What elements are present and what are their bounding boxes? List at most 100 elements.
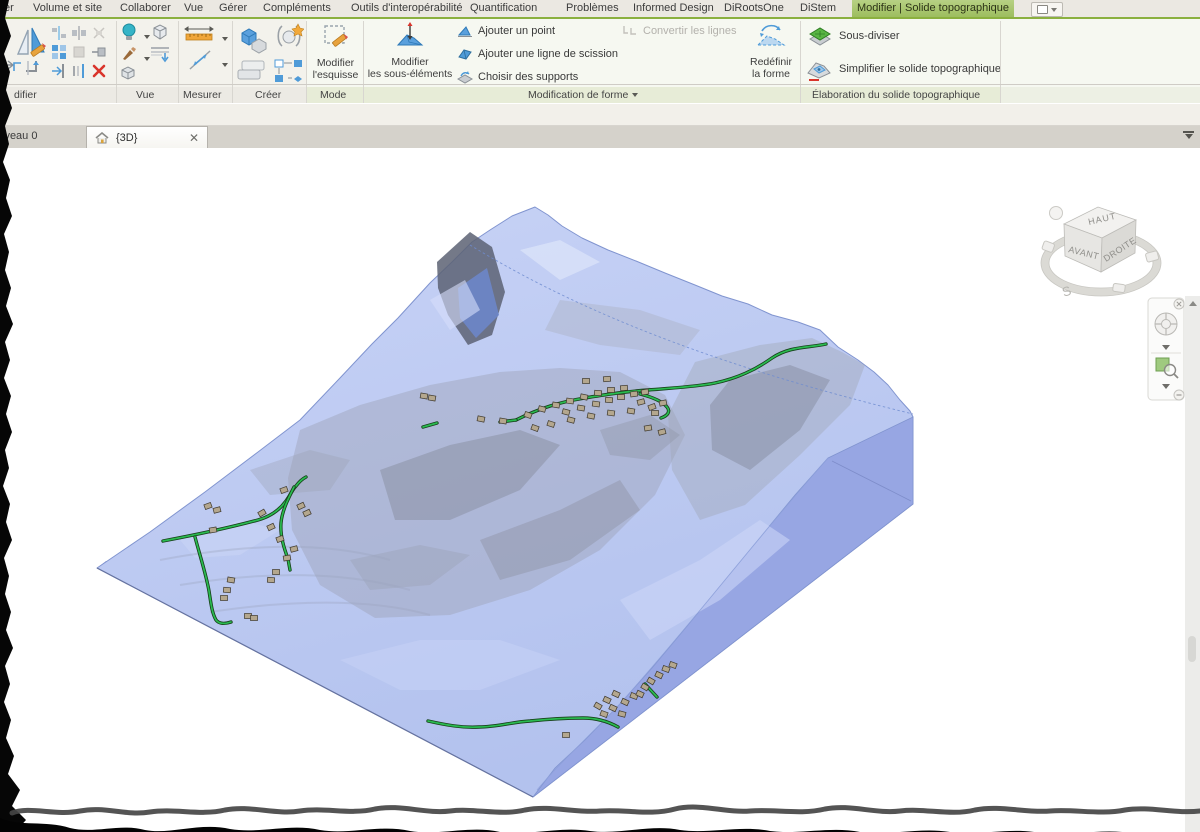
chevron-down-icon[interactable] <box>140 28 150 46</box>
create-group-icon[interactable] <box>274 22 304 54</box>
building[interactable] <box>283 555 291 561</box>
building[interactable] <box>608 388 615 393</box>
tab-complements[interactable]: Compléments <box>263 2 331 14</box>
building[interactable] <box>652 411 659 416</box>
ajouter-un-point-item[interactable]: Ajouter un point <box>457 24 555 38</box>
view-cube[interactable]: S HAUT AVANT DROITE <box>1041 207 1161 300</box>
building[interactable] <box>644 425 652 431</box>
view-tab-3d[interactable]: {3D} ✕ <box>86 126 208 148</box>
building[interactable] <box>603 376 610 382</box>
tab-cut[interactable]: er <box>4 2 14 14</box>
building[interactable] <box>499 418 507 424</box>
tab-collaborer[interactable]: Collaborer <box>120 2 171 14</box>
building[interactable] <box>251 616 258 621</box>
building[interactable] <box>594 390 601 396</box>
chevron-down-icon[interactable] <box>218 56 228 74</box>
convert-lines-icon <box>622 24 638 38</box>
tab-interoperabilite[interactable]: Outils d'interopérabilité <box>351 2 463 14</box>
simplifier-solide-button[interactable]: Simplifier le solide topographique <box>806 57 1001 81</box>
building[interactable] <box>659 400 667 406</box>
align-dimension-icon[interactable] <box>188 47 212 73</box>
insert-boxes-icon[interactable] <box>236 58 268 84</box>
redefinir-forme-button[interactable]: Redéfinir la forme <box>742 20 800 86</box>
building[interactable] <box>223 587 230 593</box>
paintbrush-icon[interactable] <box>121 45 137 61</box>
building[interactable] <box>607 410 615 416</box>
building[interactable] <box>630 391 638 397</box>
building[interactable] <box>641 389 649 395</box>
tab-modifier-solide-topographique[interactable]: Modifier | Solide topographique <box>852 0 1014 17</box>
tab-volume-et-site[interactable]: Volume et site <box>33 2 102 14</box>
building[interactable] <box>420 393 428 399</box>
home-icon <box>95 132 109 144</box>
navigation-bar[interactable] <box>1148 298 1184 400</box>
convertir-lignes-item[interactable]: Convertir les lignes <box>622 24 737 38</box>
building[interactable] <box>227 577 235 583</box>
tab-distem[interactable]: DiStem <box>800 2 836 14</box>
panel-divider <box>178 21 179 103</box>
building[interactable] <box>627 408 635 414</box>
modifier-sous-elements-button[interactable]: Modifier les sous-éléments <box>366 20 454 86</box>
chevron-down-icon[interactable] <box>140 50 150 68</box>
building[interactable] <box>587 413 595 419</box>
panel-label-modification-forme[interactable]: Modification de forme <box>528 89 638 101</box>
building[interactable] <box>428 395 436 401</box>
building[interactable] <box>552 402 560 408</box>
tab-informed-design[interactable]: Informed Design <box>633 2 714 14</box>
toposolid[interactable] <box>97 207 913 797</box>
scrollbar-thumb[interactable] <box>1188 636 1196 662</box>
scroll-up-icon[interactable] <box>1189 301 1197 306</box>
building[interactable] <box>592 401 600 407</box>
tab-gerer[interactable]: Gérer <box>219 2 247 14</box>
building[interactable] <box>563 733 570 738</box>
close-icon[interactable]: ✕ <box>189 132 199 144</box>
building[interactable] <box>566 398 574 404</box>
building[interactable] <box>273 570 280 575</box>
align-icon[interactable] <box>52 26 66 40</box>
underlay-icon[interactable] <box>150 45 170 63</box>
ajouter-ligne-scission-item[interactable]: Ajouter une ligne de scission <box>457 47 618 61</box>
ring-handle[interactable] <box>1113 283 1126 293</box>
building[interactable] <box>477 416 485 422</box>
measure-ruler-icon[interactable] <box>184 25 214 42</box>
vertical-scrollbar[interactable] <box>1185 296 1200 832</box>
modifier-esquisse-button[interactable]: Modifier l'esquisse <box>308 20 363 86</box>
panel-divider <box>363 21 364 103</box>
choisir-supports-item[interactable]: Choisir des supports <box>457 70 578 84</box>
chevron-down-icon[interactable] <box>218 30 228 48</box>
3d-view-icon[interactable] <box>150 22 170 42</box>
view-tab-niveau0[interactable]: iveau 0 <box>2 130 37 142</box>
delete-icon[interactable] <box>92 64 106 78</box>
offset-icon[interactable] <box>72 26 86 40</box>
building[interactable] <box>605 397 612 403</box>
building[interactable] <box>618 395 625 400</box>
viewcube-home-icon[interactable] <box>1050 207 1063 220</box>
sous-diviser-button[interactable]: Sous-diviser <box>808 25 900 47</box>
building[interactable] <box>209 527 217 533</box>
create-similar-icon[interactable] <box>236 23 268 55</box>
ribbon-display-toggle[interactable] <box>1031 2 1063 17</box>
trim-icon[interactable] <box>52 64 66 78</box>
join-icon[interactable] <box>24 57 46 77</box>
match-properties-icon[interactable] <box>52 45 66 59</box>
building[interactable] <box>267 577 274 583</box>
building[interactable] <box>580 394 588 400</box>
tab-vue[interactable]: Vue <box>184 2 203 14</box>
cope-icon[interactable] <box>0 57 22 73</box>
visibility-bulb-icon[interactable] <box>121 23 137 41</box>
drawing-area[interactable]: S HAUT AVANT DROITE <box>0 148 1200 832</box>
building[interactable] <box>221 596 228 601</box>
pin-icon[interactable] <box>92 45 106 59</box>
split-icon[interactable] <box>72 64 86 78</box>
ring-handle-west[interactable] <box>1042 241 1055 253</box>
building[interactable] <box>577 405 585 411</box>
tab-problemes[interactable]: Problèmes <box>566 2 619 14</box>
tab-dirootsone[interactable]: DiRootsOne <box>724 2 784 14</box>
panel-label-modifier: difier <box>14 89 37 101</box>
tab-list-expand-icon[interactable] <box>1183 131 1194 139</box>
building[interactable] <box>583 379 590 384</box>
tab-quantification[interactable]: Quantification <box>470 2 537 14</box>
assembly-icon[interactable] <box>274 59 304 85</box>
building[interactable] <box>620 385 627 391</box>
section-box-icon[interactable] <box>119 65 137 81</box>
